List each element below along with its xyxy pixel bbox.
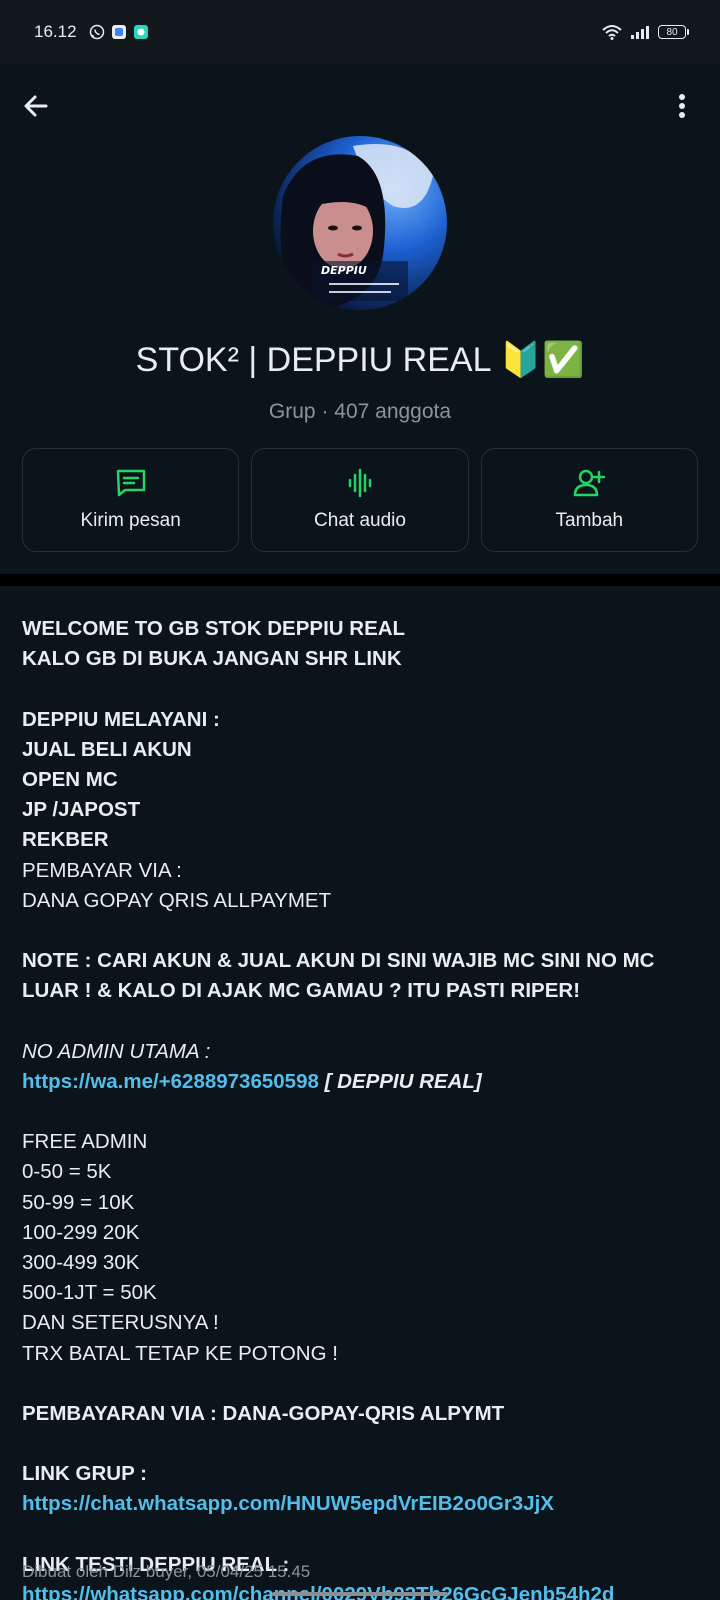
add-member-label: Tambah — [555, 510, 624, 531]
admin-wa-link[interactable]: https://wa.me/+6288973650598 — [22, 1070, 319, 1093]
app-green-icon — [133, 25, 148, 39]
desc-line: KALO GB DI BUKA JANGAN SHR LINK — [22, 647, 402, 671]
wifi-icon — [602, 25, 622, 40]
created-by-text: Dibuat oleh Dilz buyer, 05/04/25 15.45 — [22, 1562, 311, 1581]
add-member-button[interactable]: Tambah — [480, 448, 698, 552]
avatar-caption: DEPPIU — [321, 264, 367, 277]
status-bar: 16.12 80 — [0, 0, 720, 64]
desc-line: DANA GOPAY QRIS ALLPAYMET — [22, 888, 332, 912]
desc-line: DEPPIU MELAYANI : — [22, 707, 220, 731]
testimony-channel-link[interactable]: https://whatsapp.com/channel/0029Vb93Tb2… — [22, 1580, 702, 1600]
desc-line: 100-299 20K — [22, 1220, 140, 1244]
add-person-icon — [574, 469, 606, 497]
desc-line: JP /JAPOST — [22, 798, 141, 822]
group-info-header: DEPPIU STOK² | DEPPIU REAL 🔰✅ Grup · 407… — [0, 64, 720, 574]
desc-line: 50-99 = 10K — [22, 1190, 135, 1214]
app-blue-icon — [111, 25, 126, 39]
desc-line: JUAL BELI AKUN — [22, 737, 192, 761]
more-options-icon[interactable] — [670, 90, 694, 122]
group-avatar[interactable]: DEPPIU — [273, 136, 447, 310]
group-description: WELCOME TO GB STOK DEPPIU REAL KALO GB D… — [22, 614, 702, 1600]
desc-line: WELCOME TO GB STOK DEPPIU REAL — [22, 617, 406, 640]
battery-icon: 80 — [658, 25, 689, 39]
desc-note: NOTE : CARI AKUN & JUAL AKUN DI SINI WAJ… — [22, 949, 655, 1003]
group-invite-link[interactable]: https://chat.whatsapp.com/HNUW5epdVrEIB2… — [22, 1489, 702, 1519]
desc-line: NO ADMIN UTAMA : — [22, 1039, 211, 1063]
action-buttons: Kirim pesan Chat audio Tambah — [22, 448, 698, 552]
section-divider — [0, 574, 720, 586]
whatsapp-icon — [89, 24, 104, 40]
desc-line: DAN SETERUSNYA ! — [22, 1311, 219, 1335]
message-icon — [116, 469, 145, 497]
desc-line: PEMBAYAR VIA : — [22, 858, 182, 882]
desc-line: REKBER — [22, 828, 109, 852]
desc-line: LINK GRUP : — [22, 1462, 147, 1486]
send-message-label: Kirim pesan — [80, 510, 181, 531]
desc-line: 0-50 = 5K — [22, 1160, 112, 1184]
avatar-image: DEPPIU — [273, 136, 447, 310]
back-arrow-icon[interactable] — [20, 90, 52, 122]
send-message-button[interactable]: Kirim pesan — [22, 448, 240, 552]
desc-line: OPEN MC — [22, 767, 118, 791]
desc-line: 500-1JT = 50K — [22, 1281, 157, 1305]
audio-chat-button[interactable]: Chat audio — [251, 448, 469, 552]
desc-line: FREE ADMIN — [22, 1130, 148, 1154]
audio-chat-label: Chat audio — [314, 510, 406, 531]
desc-line: 300-499 30K — [22, 1250, 140, 1274]
audio-wave-icon — [348, 468, 372, 498]
admin-name: [ DEPPIU REAL] — [318, 1069, 482, 1093]
home-indicator[interactable] — [272, 1592, 448, 1596]
group-member-count: Grup · 407 anggota — [268, 400, 452, 423]
desc-line: TRX BATAL TETAP KE POTONG ! — [22, 1341, 338, 1365]
desc-line: PEMBAYARAN VIA : DANA-GOPAY-QRIS ALPYMT — [22, 1401, 505, 1425]
status-time: 16.12 — [34, 22, 77, 41]
group-name[interactable]: STOK² | DEPPIU REAL 🔰✅ — [0, 340, 720, 380]
signal-icon — [631, 26, 649, 39]
